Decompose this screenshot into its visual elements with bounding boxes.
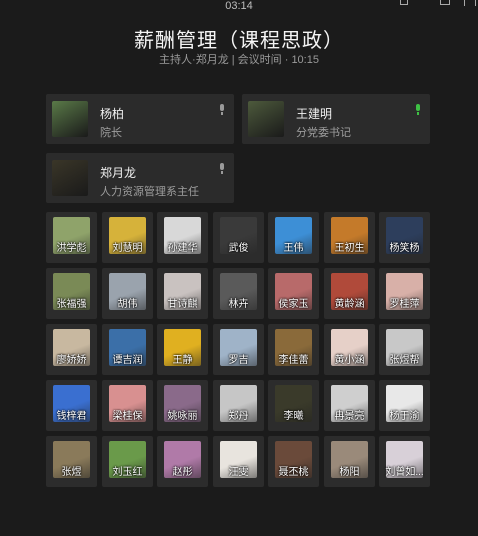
meeting-title: 薪酬管理（课程思政）: [134, 30, 344, 52]
participant-tile[interactable]: 张煜: [46, 436, 97, 487]
participant-name: 聂丕桃: [278, 467, 309, 478]
participant-name: 张福强: [56, 299, 87, 310]
participant-tile[interactable]: 林卉: [213, 268, 264, 319]
participant-name: 刘玉红: [112, 467, 143, 478]
participant-tile[interactable]: 罗桂萍: [379, 268, 430, 319]
participant-tile[interactable]: 王初生: [324, 212, 375, 263]
participant-name: 罗吉: [228, 355, 249, 366]
participant-name: 李佳蕾: [278, 355, 309, 366]
participant-tile[interactable]: 刘曾如...: [379, 436, 430, 487]
participant-tile[interactable]: 孙建华: [157, 212, 208, 263]
mic-icon: [415, 104, 421, 116]
participant-tile[interactable]: 刘玉红: [102, 436, 153, 487]
participant-name: 王伟: [283, 243, 304, 254]
avatar: [52, 101, 88, 137]
participant-tile[interactable]: 钱梓君: [46, 380, 97, 431]
restore-icon[interactable]: [400, 0, 408, 5]
participant-tile[interactable]: 李曦: [268, 380, 319, 431]
participant-name: 王初生: [334, 243, 365, 254]
participant-name: 杨阳: [339, 467, 360, 478]
participant-tile[interactable]: 李佳蕾: [268, 324, 319, 375]
participant-tile[interactable]: 聂丕桃: [268, 436, 319, 487]
participant-tile[interactable]: 王静: [157, 324, 208, 375]
participant-tile[interactable]: 谭吉润: [102, 324, 153, 375]
participant-name: 郑丹: [228, 411, 249, 422]
participant-tile[interactable]: 罗吉: [213, 324, 264, 375]
participant-tile[interactable]: 刘慧明: [102, 212, 153, 263]
participant-tile[interactable]: 杨于渝: [379, 380, 430, 431]
participant-name: 王静: [172, 355, 193, 366]
participant-name: 梁桂保: [112, 411, 143, 422]
participant-name: 廖娇娇: [56, 355, 87, 366]
minimize-icon[interactable]: [440, 0, 454, 6]
host-name: 杨柏: [100, 107, 125, 121]
host-name: 王建明: [296, 107, 333, 121]
participant-name: 武俊: [228, 243, 249, 254]
participant-tile[interactable]: 姚咏丽: [157, 380, 208, 431]
participant-name: 孙建华: [167, 243, 198, 254]
participant-name: 林卉: [228, 299, 249, 310]
participant-name: 张煜帮: [389, 355, 420, 366]
participant-tile[interactable]: 郑丹: [213, 380, 264, 431]
participant-name: 李曦: [283, 411, 304, 422]
participant-name: 黄龄涵: [334, 299, 365, 310]
participant-tile[interactable]: 张煜帮: [379, 324, 430, 375]
participant-tile[interactable]: 廖娇娇: [46, 324, 97, 375]
participant-tile[interactable]: 杨阳: [324, 436, 375, 487]
participant-name: 刘慧明: [112, 243, 143, 254]
mic-icon: [219, 163, 225, 175]
avatar: [52, 160, 88, 196]
participant-name: 冉景亮: [334, 411, 365, 422]
participant-name: 杨笑杨: [389, 243, 420, 254]
participant-name: 汪雯: [228, 467, 249, 478]
participant-tile[interactable]: 洪学彪: [46, 212, 97, 263]
host-role: 人力资源管理系主任: [100, 186, 199, 198]
participant-tile[interactable]: 冉景亮: [324, 380, 375, 431]
participant-tile[interactable]: 甘诗麒: [157, 268, 208, 319]
participant-name: 罗桂萍: [389, 299, 420, 310]
participant-tile[interactable]: 武俊: [213, 212, 264, 263]
participant-tile[interactable]: 杨笑杨: [379, 212, 430, 263]
participant-name: 洪学彪: [56, 243, 87, 254]
participant-tile[interactable]: 胡伟: [102, 268, 153, 319]
participant-name: 刘曾如...: [385, 467, 424, 478]
participant-tile[interactable]: 黄小涵: [324, 324, 375, 375]
host-role: 分党委书记: [296, 127, 351, 139]
participant-tile[interactable]: 梁桂保: [102, 380, 153, 431]
mic-icon: [219, 104, 225, 116]
participant-name: 黄小涵: [334, 355, 365, 366]
meeting-subtitle: 主持人·郑月龙 | 会议时间 · 10:15: [159, 54, 319, 66]
host-card-3[interactable]: 郑月龙 人力资源管理系主任: [46, 153, 234, 203]
participant-name: 赵彤: [172, 467, 193, 478]
participant-name: 甘诗麒: [167, 299, 198, 310]
close-icon[interactable]: [464, 0, 476, 6]
host-card-2[interactable]: 王建明 分党委书记: [242, 94, 430, 144]
participant-tile[interactable]: 黄龄涵: [324, 268, 375, 319]
avatar: [248, 101, 284, 137]
participant-name: 胡伟: [117, 299, 138, 310]
host-name: 郑月龙: [100, 166, 137, 180]
participant-name: 杨于渝: [389, 411, 420, 422]
participant-tile[interactable]: 王伟: [268, 212, 319, 263]
participant-name: 侯家玉: [278, 299, 309, 310]
host-role: 院长: [100, 127, 122, 139]
participant-tile[interactable]: 汪雯: [213, 436, 264, 487]
top-bar: 03:14: [0, 0, 478, 14]
participant-tile[interactable]: 赵彤: [157, 436, 208, 487]
participant-name: 姚咏丽: [167, 411, 198, 422]
participant-name: 谭吉润: [112, 355, 143, 366]
participant-name: 张煜: [61, 467, 82, 478]
participant-name: 钱梓君: [56, 411, 87, 422]
participant-tile[interactable]: 侯家玉: [268, 268, 319, 319]
participant-tile[interactable]: 张福强: [46, 268, 97, 319]
host-card-1[interactable]: 杨柏 院长: [46, 94, 234, 144]
